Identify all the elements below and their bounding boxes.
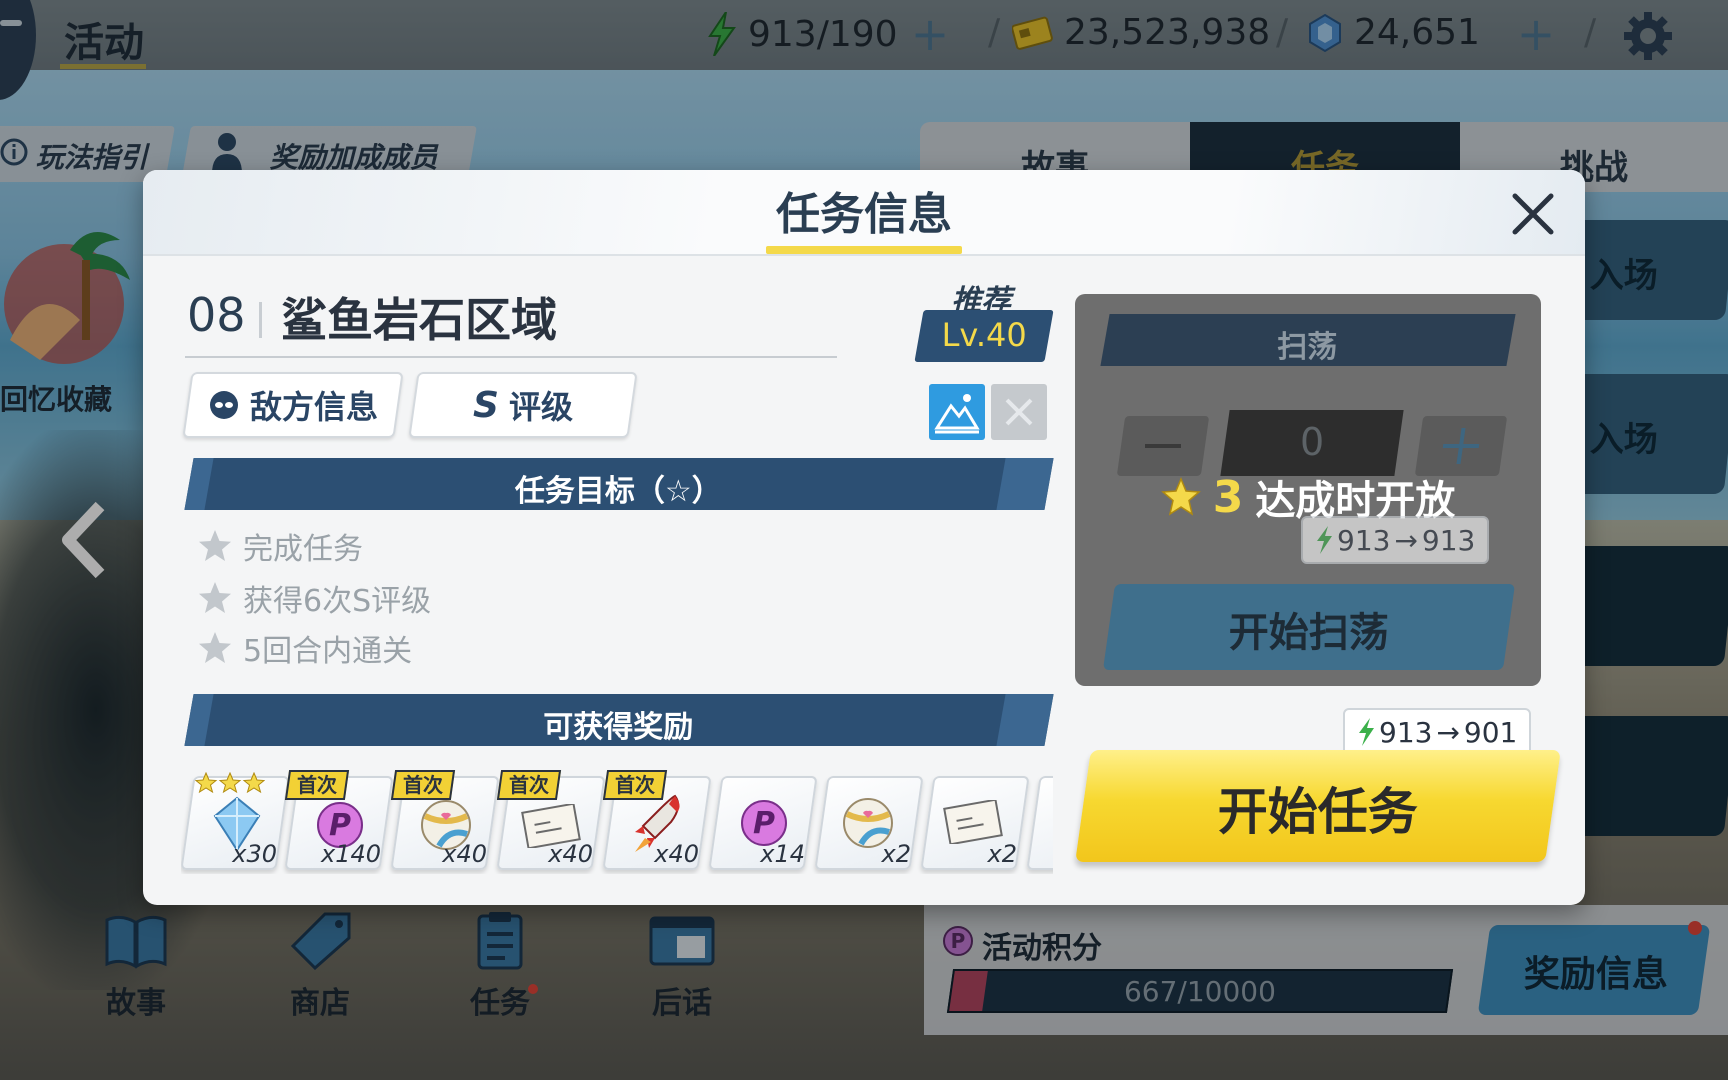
stage-number: 08 — [187, 288, 246, 342]
start-cost-to: 901 — [1463, 715, 1518, 749]
reward-item[interactable]: x2 — [920, 776, 1030, 870]
sweep-header: 扫荡 — [1100, 314, 1516, 366]
rank-button[interactable]: S 评级 — [408, 372, 638, 438]
stage-name: 鲨鱼岩石区域 — [281, 293, 557, 347]
enemy-icon — [209, 391, 238, 419]
reward-quantity: x2 — [881, 840, 911, 868]
sweep-cost-to: 913 — [1421, 523, 1476, 557]
objective-item: 5回合内通关 — [197, 626, 412, 670]
mission-info-dialog: 任务信息 08 鲨鱼岩石区域 推荐 Lv.40 敌方信息 S 评级 任务目标（☆… — [143, 170, 1585, 905]
reward-quantity: x30 — [232, 840, 277, 868]
star-icon — [1160, 477, 1201, 516]
start-cost-bubble: 913 → 901 — [1343, 708, 1532, 756]
recommend-level-badge: Lv.40 — [914, 310, 1054, 362]
reward-quantity: x140 — [320, 840, 381, 868]
reward-quantity: x40 — [548, 840, 593, 868]
sweep-cost-bubble: 913 → 913 — [1301, 516, 1490, 564]
objectives-header-label: 任务目标（☆） — [514, 474, 722, 509]
reward-quantity: x40 — [654, 840, 699, 868]
minus-icon — [1145, 444, 1181, 448]
first-clear-label: 首次 — [509, 773, 549, 797]
plus-icon — [1442, 428, 1480, 464]
rank-label: 评级 — [508, 388, 573, 426]
reward-item[interactable] — [1026, 776, 1053, 870]
start-sweep-label: 开始扫荡 — [1228, 610, 1389, 656]
rewards-list[interactable]: x30 首次 P x140 首次 x40 首次 x40 首次 x40 P x14 — [181, 770, 1053, 874]
start-mission-label: 开始任务 — [1217, 783, 1418, 841]
sweep-count-field[interactable]: 0 — [1220, 410, 1404, 476]
stage-underline — [185, 356, 837, 358]
first-clear-label: 首次 — [297, 773, 337, 797]
start-mission-button[interactable]: 开始任务 — [1075, 750, 1561, 862]
rewards-header: 可获得奖励 — [184, 694, 1054, 746]
map-view-button[interactable] — [929, 384, 985, 440]
stage-divider — [259, 302, 262, 338]
title-underline — [766, 246, 962, 254]
objective-text: 获得6次S评级 — [243, 584, 432, 619]
first-clear-tag: 首次 — [390, 770, 456, 800]
first-clear-label: 首次 — [615, 773, 655, 797]
first-clear-tag: 首次 — [602, 770, 668, 800]
close-icon[interactable] — [1505, 186, 1561, 242]
start-sweep-button[interactable]: 开始扫荡 — [1102, 584, 1516, 670]
three-star-icon — [195, 772, 265, 794]
sweep-panel: 扫荡 0 3 达成时开放 913 → 913 开始扫荡 — [1075, 294, 1541, 686]
reward-quantity: x40 — [442, 840, 487, 868]
sweep-count-value: 0 — [1300, 420, 1325, 464]
svg-text:P: P — [753, 806, 775, 841]
objective-text: 完成任务 — [243, 532, 363, 567]
sweep-increase-button[interactable] — [1414, 416, 1508, 476]
reward-item[interactable]: x2 — [814, 776, 924, 870]
arrow-right-icon: → — [1436, 715, 1460, 749]
objective-item: 获得6次S评级 — [197, 576, 431, 620]
enemy-info-label: 敌方信息 — [249, 388, 378, 426]
stamina-icon — [1317, 526, 1332, 554]
arrow-right-icon: → — [1394, 523, 1418, 557]
first-clear-label: 首次 — [403, 773, 443, 797]
star-icon — [199, 530, 231, 561]
ticket-icon — [943, 800, 1003, 844]
rewards-header-label: 可获得奖励 — [543, 710, 694, 745]
sweep-stars-required: 3 — [1212, 471, 1244, 523]
star-icon — [199, 632, 231, 663]
close-icon — [1005, 398, 1033, 426]
reward-item[interactable]: x30 — [181, 772, 290, 870]
dialog-header: 任务信息 — [143, 170, 1585, 256]
recommend-level: Lv.40 — [941, 316, 1027, 354]
sweep-decrease-button[interactable] — [1116, 416, 1210, 476]
svg-text:P: P — [329, 808, 351, 843]
reward-quantity: x2 — [987, 840, 1017, 868]
sweep-header-label: 扫荡 — [1277, 330, 1338, 365]
first-clear-tag: 首次 — [284, 770, 350, 800]
first-clear-tag: 首次 — [496, 770, 562, 800]
mountain-icon — [934, 394, 980, 434]
star-icon — [199, 582, 231, 613]
objectives-header: 任务目标（☆） — [184, 458, 1054, 510]
rank-s-icon: S — [473, 384, 499, 426]
stamina-icon — [1359, 718, 1374, 746]
enemy-info-button[interactable]: 敌方信息 — [182, 372, 404, 438]
reward-quantity: x14 — [760, 840, 805, 868]
reward-item[interactable]: P x14 — [708, 776, 818, 870]
dialog-title: 任务信息 — [776, 189, 952, 240]
sweep-cost-from: 913 — [1337, 523, 1391, 557]
objective-item: 完成任务 — [197, 524, 363, 568]
objective-text: 5回合内通关 — [243, 634, 413, 669]
start-cost-from: 913 — [1379, 715, 1433, 749]
disabled-toggle-button[interactable] — [991, 384, 1047, 440]
